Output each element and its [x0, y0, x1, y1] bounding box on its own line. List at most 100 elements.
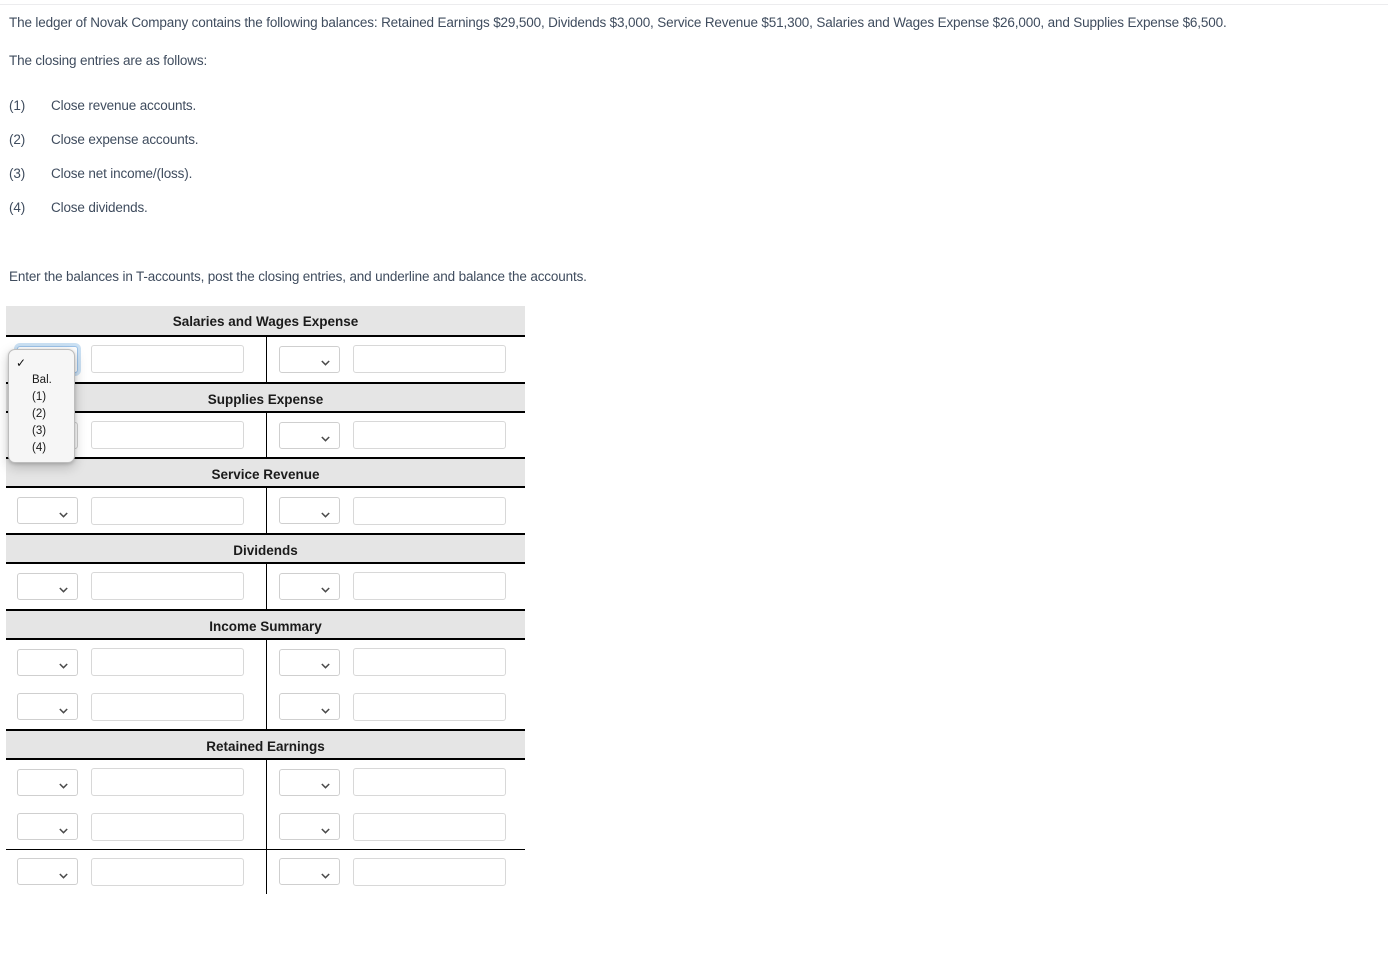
intro-paragraph: The ledger of Novak Company contains the…: [9, 15, 1227, 30]
instruction-paragraph: Enter the balances in T-accounts, post t…: [9, 269, 587, 284]
income-summary-row-1-right-select[interactable]: [279, 693, 340, 721]
account-left-side: [6, 850, 266, 895]
closing-entries-list: (1) Close revenue accounts. (2) Close expen…: [9, 98, 429, 234]
retained-earnings-row-2-right-select[interactable]: [279, 858, 340, 886]
account-right-side: [266, 760, 525, 805]
account-left-side: [6, 805, 266, 849]
service-revenue-row-0-left-amount-input[interactable]: [91, 496, 244, 525]
income-summary-row-0-right-amount-input[interactable]: [353, 648, 506, 677]
closing-entry-item: (1) Close revenue accounts.: [9, 98, 429, 132]
retained-earnings-row-0-left-select[interactable]: [17, 768, 78, 796]
account-row: [6, 488, 525, 534]
dropdown-option-blank[interactable]: ✓: [9, 355, 74, 372]
income-summary-row-1-left-select[interactable]: [17, 693, 78, 721]
account-right-side: [266, 804, 525, 849]
dropdown-option-4[interactable]: (4): [9, 440, 74, 457]
account-title-income-summary: Income Summary: [6, 608, 525, 640]
service-revenue-row-0-right-amount-input[interactable]: [353, 496, 506, 525]
dropdown-option-label: Bal.: [32, 374, 52, 386]
retained-earnings-row-0-right-amount-input[interactable]: [353, 768, 506, 797]
dropdown-option-2[interactable]: (2): [9, 406, 74, 423]
account-row: [6, 564, 525, 609]
retained-earnings-row-1-left-amount-input[interactable]: [91, 812, 244, 841]
account-right-side: [266, 488, 525, 534]
account-left-side: [6, 760, 266, 805]
service-revenue-row-0-right-select[interactable]: [279, 497, 340, 525]
dropdown-option-1[interactable]: (1): [9, 389, 74, 406]
dividends-row-0-left-amount-input[interactable]: [91, 572, 244, 601]
account-body-supplies-expense: [6, 412, 525, 458]
chevron-down-icon: [321, 355, 330, 367]
account-left-side: [6, 564, 266, 609]
t-accounts-container: Salaries and Wages Expense Supplies Expen…: [6, 306, 525, 895]
retained-earnings-row-2-left-select[interactable]: [17, 858, 78, 886]
income-summary-row-0-left-select[interactable]: [17, 648, 78, 676]
account-left-side: [6, 488, 266, 533]
chevron-down-icon: [59, 702, 68, 714]
dividends-row-0-left-select[interactable]: [17, 572, 78, 600]
dividends-row-0-right-amount-input[interactable]: [353, 572, 506, 601]
retained-earnings-row-1-right-amount-input[interactable]: [353, 812, 506, 841]
salaries-and-wages-expense-row-0-left-amount-input[interactable]: [91, 345, 244, 374]
retained-earnings-row-1-right-select[interactable]: [279, 813, 340, 841]
supplies-expense-row-0-right-select[interactable]: [279, 421, 340, 449]
income-summary-row-1-right-amount-input[interactable]: [353, 692, 506, 721]
page-top-divider: [0, 4, 1388, 5]
account-row: [6, 804, 525, 850]
closing-entry-number: (1): [9, 98, 26, 113]
chevron-down-icon: [59, 582, 68, 594]
chevron-down-icon: [321, 778, 330, 790]
dropdown-option-bal[interactable]: Bal.: [9, 372, 74, 389]
dropdown-option-label: (1): [32, 391, 47, 403]
closing-entry-item: (4) Close dividends.: [9, 200, 429, 234]
account-title-salaries-and-wages-expense: Salaries and Wages Expense: [6, 306, 525, 337]
account-title-dividends: Dividends: [6, 533, 525, 565]
chevron-down-icon: [321, 431, 330, 442]
retained-earnings-row-0-right-select[interactable]: [279, 768, 340, 796]
account-right-side: [266, 684, 525, 730]
retained-earnings-row-1-left-select[interactable]: [17, 813, 78, 841]
retained-earnings-row-0-left-amount-input[interactable]: [91, 768, 244, 797]
chevron-down-icon: [59, 822, 68, 834]
closing-entry-text: Close expense accounts.: [51, 132, 199, 147]
account-body-service-revenue: [6, 488, 525, 534]
account-right-side: [266, 639, 525, 685]
account-body-income-summary: [6, 639, 525, 730]
salaries-and-wages-expense-row-0-right-amount-input[interactable]: [353, 345, 506, 374]
retained-earnings-row-2-left-amount-input[interactable]: [91, 857, 244, 886]
chevron-down-icon: [321, 702, 330, 714]
account-right-side: [266, 337, 525, 382]
account-right-side: [266, 849, 525, 895]
salaries-and-wages-expense-row-0-right-select[interactable]: [279, 345, 340, 373]
account-title-service-revenue: Service Revenue: [6, 457, 525, 489]
supplies-expense-row-0-right-amount-input[interactable]: [353, 421, 506, 450]
closing-entry-text: Close revenue accounts.: [51, 98, 197, 113]
account-row: [6, 639, 525, 685]
account-title-retained-earnings: Retained Earnings: [6, 729, 525, 761]
income-summary-row-1-left-amount-input[interactable]: [91, 692, 244, 721]
account-row: [6, 337, 525, 382]
service-revenue-row-0-left-select[interactable]: [17, 497, 78, 525]
closing-entry-text: Close dividends.: [51, 200, 148, 215]
dropdown-option-label: (4): [32, 442, 47, 454]
chevron-down-icon: [321, 506, 330, 518]
account-right-side: [266, 412, 525, 458]
account-title-supplies-expense: Supplies Expense: [6, 381, 525, 413]
income-summary-row-0-left-amount-input[interactable]: [91, 648, 244, 677]
chevron-down-icon: [321, 658, 330, 669]
closing-entry-item: (2) Close expense accounts.: [9, 132, 429, 166]
supplies-expense-row-0-left-amount-input[interactable]: [91, 421, 244, 450]
account-ref-dropdown-menu[interactable]: ✓ Bal. (1) (2) (3) (4): [8, 349, 75, 463]
dropdown-option-label: (3): [32, 425, 47, 437]
account-row: [6, 684, 525, 730]
chevron-down-icon: [59, 506, 68, 518]
closing-entry-number: (2): [9, 132, 26, 147]
dropdown-option-3[interactable]: (3): [9, 423, 74, 440]
closing-entries-lead: The closing entries are as follows:: [9, 53, 208, 68]
dividends-row-0-right-select[interactable]: [279, 572, 340, 600]
chevron-down-icon: [321, 822, 330, 834]
income-summary-row-0-right-select[interactable]: [279, 648, 340, 676]
closing-entry-item: (3) Close net income/(loss).: [9, 166, 429, 200]
chevron-down-icon: [59, 867, 68, 879]
retained-earnings-row-2-right-amount-input[interactable]: [353, 857, 506, 886]
